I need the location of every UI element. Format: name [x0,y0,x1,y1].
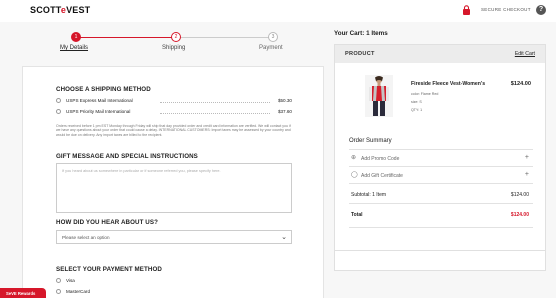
tag-icon: ◯ [351,172,358,178]
product-column-label: PRODUCT [345,51,375,57]
gift-message-textarea[interactable]: If you heard about us somewhere in parti… [56,163,292,213]
shipping-radio-express[interactable] [56,98,61,103]
shipping-option-express[interactable]: USPS Express Mail International [66,98,133,103]
progress-line-done [76,37,176,38]
divider [349,227,533,228]
product-qty: QTY: 1 [411,108,423,112]
payment-option-visa[interactable]: Visa [66,278,75,283]
shipping-option-priority[interactable]: USPS Priority Mail International [66,109,130,114]
payment-option-mastercard[interactable]: MasterCard [66,289,90,294]
product-image[interactable] [365,75,393,117]
shipping-price-priority: $37.60 [277,109,292,114]
shipping-price-express: $50.30 [277,98,292,103]
hear-about-title: HOW DID YOU HEAR ABOUT US? [56,219,158,226]
cart-footer-box [334,250,546,271]
step-2-label[interactable]: Shipping [162,45,185,51]
divider [349,149,533,150]
plus-circle-icon: ⊕ [351,155,357,161]
product-size: size: S [411,100,422,104]
divider [349,166,533,167]
chevron-down-icon: ⌄ [281,234,287,241]
step-3-circle[interactable]: 3 [268,32,278,42]
add-promo-code-link[interactable]: Add Promo Code [361,156,399,162]
step-2-circle[interactable]: 2 [171,32,181,42]
rewards-tab[interactable]: SeVE Rewards [0,288,46,298]
gift-message-placeholder: If you heard about us somewhere in parti… [62,169,221,173]
subtotal-label: Subtotal: 1 Item [351,192,387,198]
expand-gift-certificate-icon[interactable]: + [525,171,529,178]
step-1-label[interactable]: My Details [60,45,88,51]
total-label: Total [351,212,363,218]
product-price: $124.00 [510,81,531,87]
hear-about-selected: Please select an option [62,235,110,240]
dotted-leader [160,113,270,114]
divider [349,183,533,184]
step-1-circle[interactable]: 1 [71,32,81,42]
add-gift-certificate-link[interactable]: Add Gift Certificate [361,173,403,179]
cart-panel-header: PRODUCT Edit Cart [335,45,545,63]
edit-cart-link[interactable]: Edit Cart [515,51,535,57]
progress-line-pending [176,37,273,38]
dotted-leader [160,102,270,103]
hear-about-select[interactable]: Please select an option ⌄ [56,230,292,244]
subtotal-value: $124.00 [510,192,529,198]
cart-panel: PRODUCT Edit Cart Fireside Fleece Vest-W… [334,44,546,271]
cart-title: Your Cart: 1 Items [334,30,388,37]
secure-checkout-label: SECURE CHECKOUT [481,7,531,12]
help-icon[interactable]: ? [536,5,546,15]
total-value: $124.00 [510,212,529,218]
payment-radio-mastercard[interactable] [56,289,61,294]
payment-radio-visa[interactable] [56,278,61,283]
product-color: color: Flame Red [411,92,439,96]
shipping-method-title: CHOOSE A SHIPPING METHOD [56,86,151,93]
order-summary-title: Order Summary [349,138,392,144]
product-name[interactable]: Fireside Fleece Vest-Women's [411,81,485,87]
expand-promo-icon[interactable]: + [525,154,529,161]
site-logo[interactable]: SCOTTeVEST [30,5,90,15]
shipping-note: Orders received before 1 pm EST Monday t… [56,124,291,137]
shipping-radio-priority[interactable] [56,109,61,114]
gift-message-title: GIFT MESSAGE AND SPECIAL INSTRUCTIONS [56,153,198,160]
payment-method-title: SELECT YOUR PAYMENT METHOD [56,266,162,273]
divider [349,203,533,204]
lock-icon [463,5,470,15]
site-header: SCOTTeVEST SECURE CHECKOUT ? [0,0,556,22]
step-3-label[interactable]: Payment [259,45,283,51]
